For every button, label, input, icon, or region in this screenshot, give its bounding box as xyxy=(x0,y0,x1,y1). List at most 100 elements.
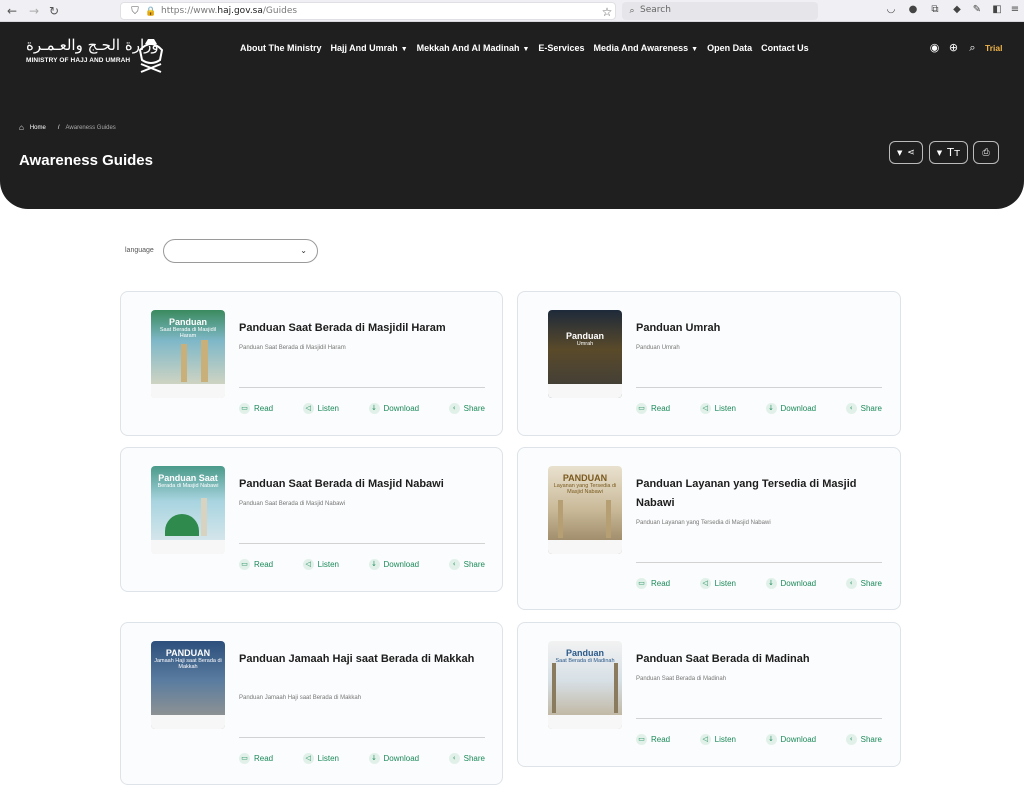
read-button[interactable]: ▭ Read xyxy=(636,403,670,414)
guide-title[interactable]: Panduan Layanan yang Tersedia di Masjid … xyxy=(636,475,886,513)
guide-title[interactable]: Panduan Saat Berada di Masjid Nabawi xyxy=(239,475,489,494)
download-icon: ↓ xyxy=(368,559,380,570)
guide-description: Panduan Umrah xyxy=(636,345,680,351)
share-button[interactable]: ‹ Share xyxy=(448,403,485,414)
book-icon: ▭ xyxy=(636,403,647,414)
chevron-down-icon: ▼ xyxy=(522,46,530,53)
nav-open-data[interactable]: Open Data xyxy=(707,43,752,53)
guide-cover-image[interactable]: Panduan Saat Berada di Masjid Nabawi xyxy=(151,466,225,554)
home-icon[interactable]: ⌂ xyxy=(19,123,24,132)
share-icon: ‹ xyxy=(845,578,857,589)
menu-icon[interactable]: ≡ xyxy=(1008,3,1022,17)
speaker-icon: ◁ xyxy=(699,734,711,745)
lock-icon[interactable]: 🔒 xyxy=(143,4,159,20)
nav-about-ministry[interactable]: About The Ministry xyxy=(240,43,322,53)
speaker-icon: ◁ xyxy=(302,753,314,764)
share-button[interactable]: ‹ Share xyxy=(845,403,882,414)
download-button[interactable]: ↓ Download xyxy=(765,578,816,589)
download-button[interactable]: ↓ Download xyxy=(368,403,419,414)
speaker-icon: ◁ xyxy=(302,403,314,414)
guide-card: Panduan Saat Berada di Masjid Nabawi Pan… xyxy=(120,447,503,592)
back-icon[interactable]: ← xyxy=(4,3,20,19)
book-icon: ▭ xyxy=(636,734,647,745)
share-button[interactable]: ‹ Share xyxy=(448,559,485,570)
guide-description: Panduan Saat Berada di Madinah xyxy=(636,676,727,682)
download-button[interactable]: ↓ Download xyxy=(368,559,419,570)
extension-icon[interactable]: ✎ xyxy=(970,3,984,17)
divider xyxy=(239,387,485,388)
nav-mekkah-madinah[interactable]: Mekkah And Al Madinah ▼ xyxy=(417,43,530,53)
ministry-logo[interactable]: وزارة الحـج والعـمـرة MINISTRY OF HAJJ A… xyxy=(26,36,176,76)
guide-title[interactable]: Panduan Saat Berada di Masjidil Haram xyxy=(239,319,489,338)
chevron-down-icon: ⌄ xyxy=(300,246,307,255)
share-icon: ‹ xyxy=(448,403,460,414)
pocket-icon[interactable]: ◡ xyxy=(884,3,898,17)
globe-icon[interactable]: ⊕ xyxy=(947,41,960,54)
download-icon: ↓ xyxy=(368,403,380,414)
shield-icon[interactable]: ⛉ xyxy=(127,4,143,20)
guide-cover-image[interactable]: Panduan Saat Berada di Madinah xyxy=(548,641,622,729)
share-button[interactable]: ‹ Share xyxy=(448,753,485,764)
listen-button[interactable]: ◁ Listen xyxy=(302,559,339,570)
read-button[interactable]: ▭ Read xyxy=(239,403,273,414)
listen-button[interactable]: ◁ Listen xyxy=(699,734,736,745)
chevron-down-icon: ▼ xyxy=(400,46,408,53)
guide-title[interactable]: Panduan Saat Berada di Madinah xyxy=(636,650,886,669)
share-button[interactable]: ‹ Share xyxy=(845,734,882,745)
read-button[interactable]: ▭ Read xyxy=(239,753,273,764)
download-button[interactable]: ↓ Download xyxy=(368,753,419,764)
guide-cover-image[interactable]: PANDUAN Layanan yang Tersedia di Masjid … xyxy=(548,466,622,554)
search-icon: ⌕ xyxy=(629,6,635,16)
share-menu-button[interactable]: ▼ ⋖ xyxy=(889,141,923,164)
nav-media-awareness[interactable]: Media And Awareness ▼ xyxy=(593,43,698,53)
listen-button[interactable]: ◁ Listen xyxy=(302,403,339,414)
read-button[interactable]: ▭ Read xyxy=(636,578,670,589)
nav-hajj-umrah[interactable]: Hajj And Umrah ▼ xyxy=(331,43,408,53)
search-icon[interactable]: ⌕ xyxy=(966,41,979,54)
guide-cover-image[interactable]: Panduan Umrah xyxy=(548,310,622,398)
guide-cover-image[interactable]: PANDUAN Jamaah Haji saat Berada di Makka… xyxy=(151,641,225,729)
nav-e-services[interactable]: E-Services xyxy=(538,43,584,53)
browser-search-input[interactable]: ⌕ Search xyxy=(622,2,818,20)
download-button[interactable]: ↓ Download xyxy=(765,734,816,745)
listen-button[interactable]: ◁ Listen xyxy=(699,578,736,589)
share-button[interactable]: ‹ Share xyxy=(845,578,882,589)
nav-contact-us[interactable]: Contact Us xyxy=(761,43,809,53)
account-icon[interactable]: ● xyxy=(906,3,920,17)
speaker-icon: ◁ xyxy=(699,578,711,589)
download-icon: ↓ xyxy=(765,578,777,589)
read-button[interactable]: ▭ Read xyxy=(239,559,273,570)
reload-icon[interactable]: ↻ xyxy=(46,3,62,19)
url-text[interactable]: https://www.haj.gov.sa/Guides xyxy=(161,6,297,16)
guide-title[interactable]: Panduan Jamaah Haji saat Berada di Makka… xyxy=(239,650,489,669)
language-select[interactable]: ⌄ xyxy=(163,239,318,263)
breadcrumb: ⌂ Home / Awareness Guides xyxy=(19,123,116,132)
guide-description: Panduan Layanan yang Tersedia di Masjid … xyxy=(636,520,771,526)
download-icon: ↓ xyxy=(765,734,777,745)
breadcrumb-home[interactable]: Home xyxy=(30,125,46,131)
share-icon: ‹ xyxy=(845,403,857,414)
eye-icon[interactable]: ◉ xyxy=(928,41,941,54)
bookmark-star-icon[interactable]: ☆ xyxy=(599,4,615,20)
guide-title[interactable]: Panduan Umrah xyxy=(636,319,886,338)
guide-cover-image[interactable]: Panduan Saat Berada di Masjidil Haram xyxy=(151,310,225,398)
extension-puzzle-icon[interactable]: ◧ xyxy=(990,3,1004,17)
guide-actions: ▭ Read ◁ Listen ↓ Download ‹ Share xyxy=(636,578,882,589)
forward-icon[interactable]: → xyxy=(26,3,42,19)
read-button[interactable]: ▭ Read xyxy=(636,734,670,745)
share-icon: ‹ xyxy=(448,753,460,764)
download-button[interactable]: ↓ Download xyxy=(765,403,816,414)
address-bar[interactable]: ⛉ 🔒 https://www.haj.gov.sa/Guides ☆ xyxy=(120,2,616,20)
printer-icon: ⎙ xyxy=(982,147,990,158)
extensions-icon[interactable]: ⧉ xyxy=(928,3,942,17)
chevron-down-icon: ▼ xyxy=(691,46,699,53)
divider xyxy=(636,562,882,563)
book-icon: ▭ xyxy=(239,559,250,570)
print-button[interactable]: ⎙ xyxy=(973,141,999,164)
listen-button[interactable]: ◁ Listen xyxy=(699,403,736,414)
extension-badge-icon[interactable]: ◆ xyxy=(950,3,964,17)
listen-button[interactable]: ◁ Listen xyxy=(302,753,339,764)
trial-badge[interactable]: Trial xyxy=(985,43,1002,53)
download-icon: ↓ xyxy=(765,403,777,414)
font-size-button[interactable]: ▼ Tт xyxy=(929,141,968,164)
